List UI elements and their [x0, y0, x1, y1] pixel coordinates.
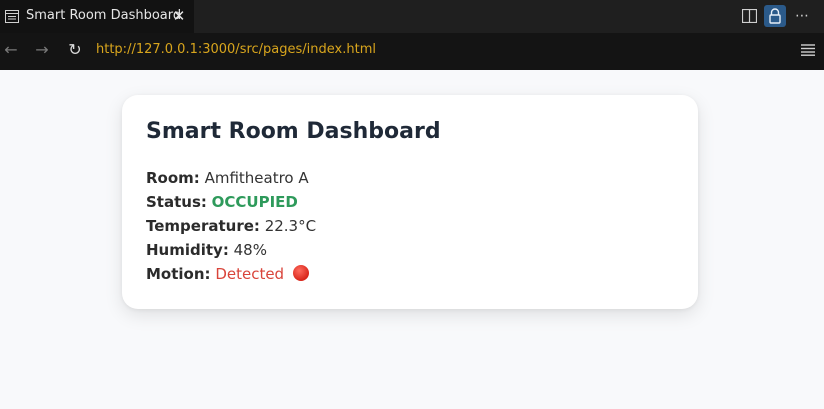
temperature-label: Temperature: [146, 217, 260, 235]
room-row: Room: Amfitheatro A [146, 168, 309, 188]
address-bar: ← → ↻ http://127.0.0.1:3000/src/pages/in… [0, 33, 824, 70]
forward-arrow-icon[interactable]: → [34, 41, 50, 59]
status-value: OCCUPIED [211, 193, 298, 211]
room-value: Amfitheatro A [204, 169, 309, 187]
close-tab-icon[interactable]: ✕ [171, 7, 187, 25]
temperature-value: 22.3°C [264, 217, 317, 235]
page-title: Smart Room Dashboard [146, 119, 441, 144]
url-field[interactable]: http://127.0.0.1:3000/src/pages/index.ht… [96, 42, 376, 57]
motion-row: Motion: Detected [146, 264, 309, 284]
lock-icon [769, 8, 781, 24]
tab-smart-room-dashboard[interactable]: Smart Room Dashboard ✕ [0, 0, 194, 33]
humidity-label: Humidity: [146, 241, 229, 259]
reload-icon[interactable]: ↻ [66, 40, 84, 60]
motion-value: Detected [215, 265, 285, 283]
tab-bar: Smart Room Dashboard ✕ ⋯ [0, 0, 824, 33]
dashboard-card: Smart Room Dashboard Room: Amfitheatro A… [122, 95, 698, 309]
more-options-icon[interactable]: ⋯ [794, 6, 810, 26]
status-row: Status: OCCUPIED [146, 192, 298, 212]
room-label: Room: [146, 169, 200, 187]
hamburger-menu-icon[interactable] [801, 44, 815, 56]
page-icon [5, 10, 19, 23]
lock-button[interactable] [764, 5, 786, 27]
humidity-value: 48% [233, 241, 267, 259]
status-label: Status: [146, 193, 207, 211]
back-arrow-icon[interactable]: ← [3, 41, 19, 59]
split-view-icon[interactable] [742, 9, 757, 23]
tab-title: Smart Room Dashboard [26, 8, 182, 23]
humidity-row: Humidity: 48% [146, 240, 267, 260]
temperature-row: Temperature: 22.3°C [146, 216, 316, 236]
motion-label: Motion: [146, 265, 211, 283]
red-circle-icon [292, 265, 309, 281]
